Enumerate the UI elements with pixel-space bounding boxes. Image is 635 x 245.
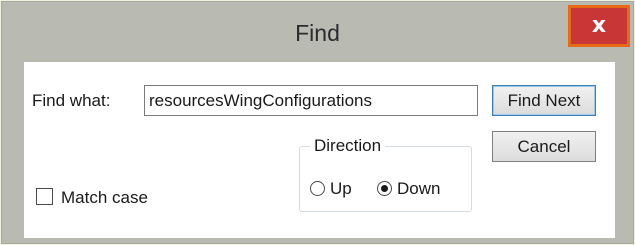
direction-down-radio[interactable]	[377, 181, 392, 196]
match-case-checkbox[interactable]	[36, 188, 53, 205]
find-what-label: Find what:	[32, 91, 111, 110]
direction-up-radio[interactable]	[310, 181, 325, 196]
find-what-input[interactable]: resourcesWingConfigurations	[144, 85, 478, 116]
match-case-label[interactable]: Match case	[61, 188, 148, 208]
direction-up-label[interactable]: Up	[330, 179, 352, 199]
direction-down-label[interactable]: Down	[397, 179, 440, 199]
dialog-body: Find what: resourcesWingConfigurations F…	[24, 62, 615, 238]
close-button[interactable]: x	[568, 5, 630, 47]
close-icon: x	[591, 13, 607, 38]
title-bar[interactable]: Find x	[2, 2, 633, 62]
find-next-button[interactable]: Find Next	[492, 85, 596, 116]
cancel-button[interactable]: Cancel	[492, 131, 596, 162]
find-dialog: Find x Find what: resourcesWingConfigura…	[1, 1, 634, 244]
dialog-title: Find	[295, 20, 340, 46]
direction-group-title: Direction	[310, 136, 386, 156]
